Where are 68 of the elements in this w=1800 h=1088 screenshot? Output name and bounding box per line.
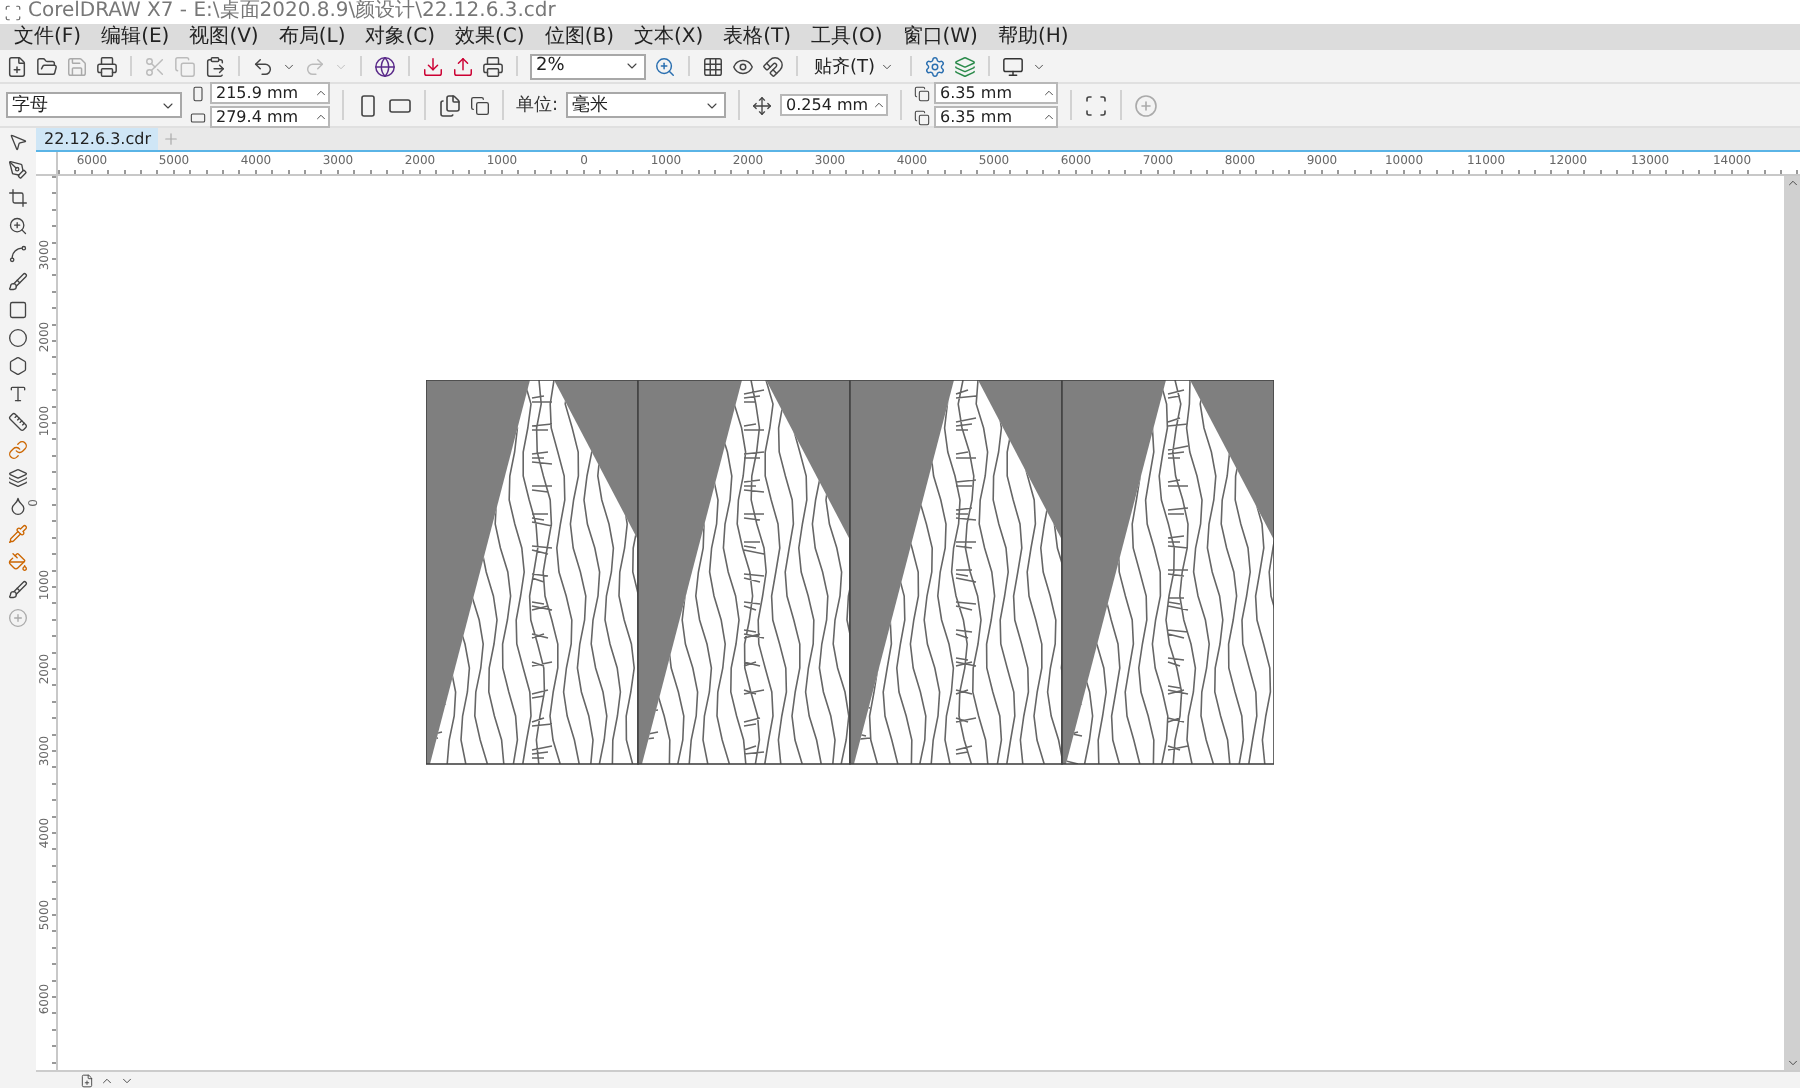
document-tab[interactable]: 22.12.6.3.cdr [36,128,159,150]
export-icon[interactable] [452,55,474,77]
rectangle-tool-icon[interactable] [8,300,28,320]
import-icon[interactable] [422,55,444,77]
ellipse-tool-icon[interactable] [8,328,28,348]
snap-icon[interactable] [762,55,784,77]
menu-item[interactable]: 工具(O) [801,24,893,50]
duplicate-x-icon[interactable] [914,85,931,101]
smart-fill-icon[interactable] [8,580,28,600]
monitor-icon[interactable] [1001,55,1024,77]
interactive-fill-icon[interactable] [8,552,28,572]
undo-icon[interactable] [252,55,274,77]
duplicate-distance-x-field[interactable]: 6.35 mm [934,82,1059,104]
landscape-icon[interactable] [388,93,412,117]
width-icon[interactable] [190,85,206,101]
snap-to-dropdown[interactable]: 贴齐(T) [810,53,898,79]
publish-icon[interactable] [374,55,396,77]
menu-item[interactable]: 布局(L) [268,24,356,50]
scroll-down-icon[interactable] [1785,1056,1799,1070]
units-label: 单位: [516,93,559,118]
menu-item[interactable]: 视图(V) [179,24,269,50]
portrait-icon[interactable] [356,93,380,117]
text-tool-icon[interactable] [8,384,28,404]
page-size-dropdown[interactable]: 字母 [6,92,182,118]
new-document-icon[interactable] [6,55,28,77]
menu-item[interactable]: 窗口(W) [892,24,988,50]
all-pages-icon[interactable] [438,93,462,117]
open-folder-icon[interactable] [36,55,58,77]
drop-shadow-tool-icon[interactable] [8,468,28,488]
page-width-field[interactable]: 215.9 mm [210,82,330,104]
connector-tool-icon[interactable] [8,440,28,460]
zoom-to-page-icon[interactable] [654,55,676,77]
menu-item[interactable]: 位图(B) [534,24,624,50]
shape-tool-icon[interactable] [8,160,28,180]
menu-item[interactable]: 文本(X) [623,24,714,50]
transparency-tool-icon[interactable] [8,496,28,516]
vertical-scrollbar[interactable] [1784,176,1800,1070]
crop-tool-icon[interactable] [8,188,28,208]
page-height-field[interactable]: 279.4 mm [210,106,330,128]
duplicate-distance-y-field[interactable]: 6.35 mm [934,106,1059,128]
menu-item[interactable]: 对象(C) [355,24,446,50]
duplicate-y-icon[interactable] [914,109,931,125]
menu-item[interactable]: 效果(C) [445,24,535,50]
menu-item[interactable]: 编辑(E) [91,24,180,50]
height-icon[interactable] [190,109,206,125]
app-launcher-icon[interactable] [953,55,976,77]
zoom-level-dropdown[interactable]: 2% [530,53,646,79]
artistic-media-tool-icon[interactable] [8,272,28,292]
scroll-up-icon[interactable] [1785,176,1799,190]
pick-tool-icon[interactable] [8,132,28,152]
nudge-distance-field[interactable]: 0.254 mm [780,94,889,116]
current-page-icon[interactable] [470,95,490,115]
menu-item[interactable]: 帮助(H) [987,24,1079,50]
rulers-icon[interactable] [702,55,724,77]
caret-icon[interactable] [624,58,640,74]
menu-item[interactable]: 表格(T) [713,24,802,50]
polygon-tool-icon[interactable] [8,356,28,376]
print-icon[interactable] [96,55,118,77]
menu-item[interactable]: 文件(F) [4,24,92,50]
paste-icon[interactable] [204,55,226,77]
color-eyedropper-icon[interactable] [8,524,28,544]
guidelines-icon[interactable] [732,55,754,77]
zoom-tool-icon[interactable] [8,216,28,236]
nudge-icon[interactable] [752,95,773,115]
curve-tool-icon[interactable] [8,244,28,264]
units-dropdown[interactable]: 毫米 [566,92,727,118]
dimension-tool-icon[interactable] [8,412,28,432]
options-icon[interactable] [923,55,946,77]
